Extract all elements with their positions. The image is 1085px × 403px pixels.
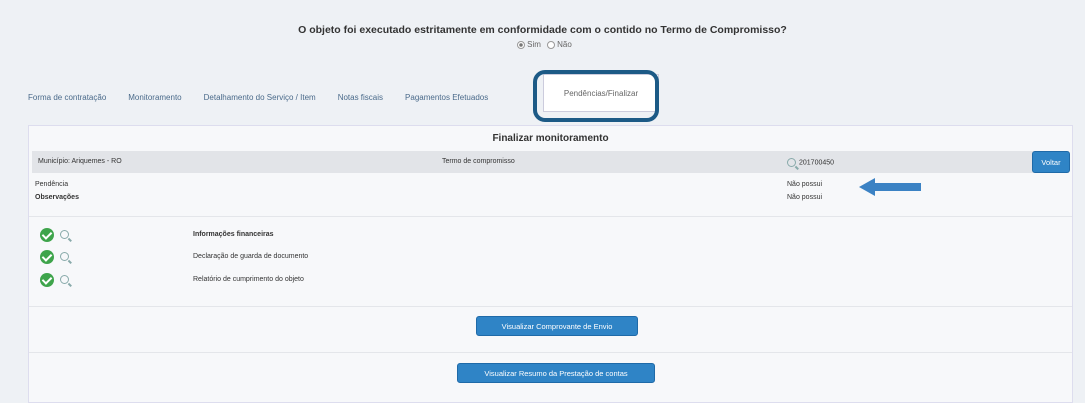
divider	[29, 352, 1072, 353]
pendencia-value: Não possui	[787, 181, 823, 188]
termo-value: 201700450	[799, 159, 835, 167]
tab-monitoramento[interactable]: Monitoramento	[128, 93, 181, 102]
search-icon[interactable]	[787, 158, 796, 167]
search-icon[interactable]	[60, 230, 69, 239]
observacoes-label: Observações	[35, 194, 79, 201]
conformity-question: O objeto foi executado estritamente em c…	[298, 24, 787, 36]
tab-detalhamento[interactable]: Detalhamento do Serviço / Item	[204, 93, 316, 102]
divider	[29, 216, 1072, 217]
document-row: Informações financeiras	[40, 228, 640, 246]
document-row: Relatório de cumprimento do objeto	[40, 273, 640, 291]
tab-bar: Forma de contratação Monitoramento Detal…	[28, 74, 659, 114]
document-label: Relatório de cumprimento do objeto	[193, 276, 304, 283]
conformity-radio-group: Sim Não	[0, 40, 1085, 49]
pendencia-label: Pendência	[35, 181, 69, 188]
document-label: Informações financeiras	[193, 231, 274, 238]
visualizar-comprovante-button[interactable]: Visualizar Comprovante de Envio	[476, 316, 638, 336]
check-circle-icon	[40, 228, 54, 242]
visualizar-resumo-button[interactable]: Visualizar Resumo da Prestação de contas	[457, 363, 655, 383]
check-circle-icon	[40, 250, 54, 264]
search-icon[interactable]	[60, 252, 69, 261]
observacoes-value: Não possui	[787, 194, 823, 201]
document-row: Declaração de guarda de documento	[40, 250, 640, 268]
tab-pagamentos[interactable]: Pagamentos Efetuados	[405, 93, 488, 102]
info-row: Município: Ariquemes - RO Termo de compr…	[32, 151, 1069, 173]
radio-sim-label: Sim	[527, 40, 541, 49]
voltar-button[interactable]: Voltar	[1032, 151, 1070, 173]
document-label: Declaração de guarda de documento	[193, 253, 309, 260]
divider	[29, 306, 1072, 307]
check-circle-icon	[40, 273, 54, 287]
finalizar-panel: Finalizar monitoramento Município: Ariqu…	[28, 125, 1073, 403]
radio-nao-label: Não	[557, 40, 572, 49]
municipio-text: Município: Ariquemes - RO	[38, 158, 122, 165]
termo-label: Termo de compromisso	[442, 158, 515, 165]
radio-nao[interactable]	[547, 40, 556, 49]
search-icon[interactable]	[60, 275, 69, 284]
arrow-left-icon	[859, 178, 921, 196]
tab-notas-fiscais[interactable]: Notas fiscais	[338, 93, 383, 102]
top-band	[0, 0, 1085, 72]
active-tab-highlight-box	[533, 70, 659, 122]
termo-value-group: 201700450	[787, 158, 834, 167]
radio-sim[interactable]	[517, 40, 526, 49]
tab-forma-contratacao[interactable]: Forma de contratação	[28, 93, 106, 102]
panel-title: Finalizar monitoramento	[492, 133, 609, 144]
